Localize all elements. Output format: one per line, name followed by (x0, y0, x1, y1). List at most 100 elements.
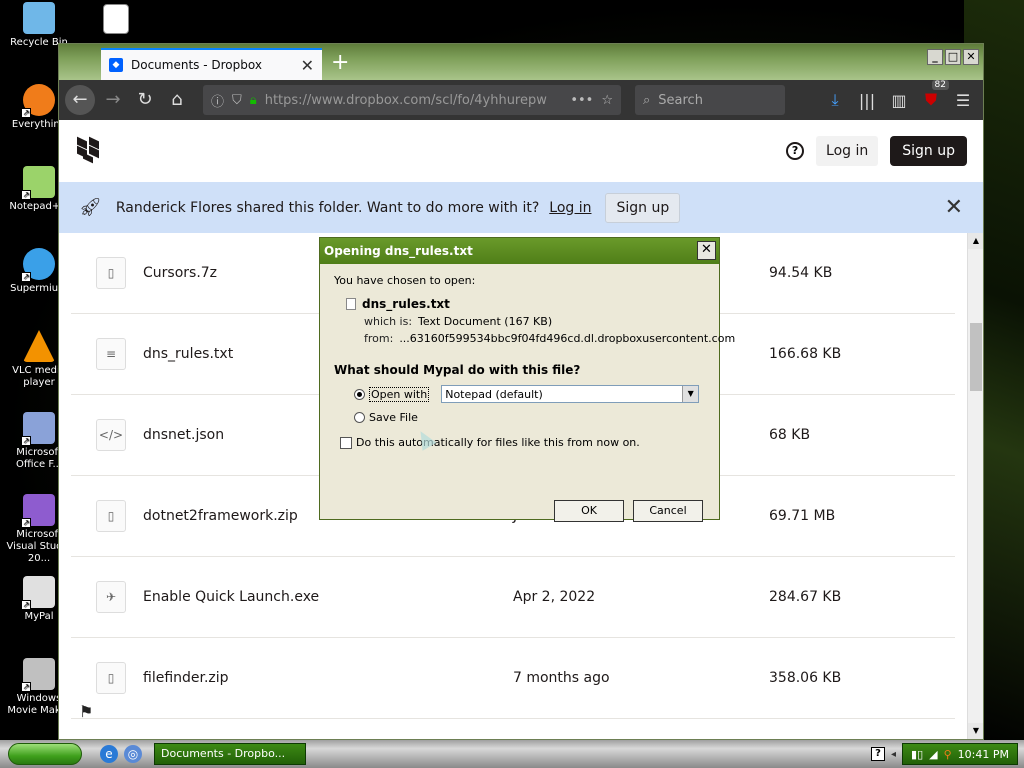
header-actions: ? Log in Sign up (786, 136, 967, 166)
chevron-down-icon[interactable]: ▼ (682, 386, 699, 402)
quick-launch: e ◎ (100, 745, 142, 763)
tab-dropbox[interactable]: ◆ Documents - Dropbox ✕ (101, 48, 322, 80)
dialog-title-bar: Opening dns_rules.txt ✕ (320, 238, 719, 264)
auto-label[interactable]: Do this automatically for files like thi… (356, 436, 640, 449)
everything-icon: ↗ (21, 84, 55, 118)
auto-option[interactable]: Do this automatically for files like thi… (340, 436, 705, 449)
file-size: 69.71 MB (769, 508, 836, 524)
clock[interactable]: 10:41 PM (958, 748, 1009, 761)
rocket-icon: 🚀︎ (79, 197, 102, 218)
reload-button[interactable]: ↻ (131, 86, 159, 114)
desktop-icon-file[interactable] (96, 4, 136, 37)
dialog-close-button[interactable]: ✕ (697, 241, 716, 260)
file-size: 358.06 KB (769, 670, 842, 686)
file-name[interactable]: filefinder.zip (143, 670, 513, 686)
document-icon (103, 4, 129, 34)
save-file-radio[interactable] (354, 412, 365, 423)
close-banner-icon[interactable]: ✕ (945, 195, 963, 220)
from-row: from: ...63160f599534bbc9f04fd496cd.dl.d… (364, 332, 735, 345)
tray-expand-icon[interactable]: ◂ (891, 749, 896, 760)
file-name[interactable]: Enable Quick Launch.exe (143, 589, 513, 605)
banner-login-link[interactable]: Log in (549, 200, 591, 216)
bookmark-star-icon[interactable]: ☆ (601, 93, 613, 108)
url-text[interactable]: https://www.dropbox.com/scl/fo/4yhhurepw (265, 93, 563, 108)
save-file-label[interactable]: Save File (369, 411, 418, 424)
page-actions-icon[interactable]: ••• (570, 93, 593, 108)
cancel-button[interactable]: Cancel (633, 500, 703, 522)
ublock-icon[interactable]: ⛊ 82 (917, 80, 949, 110)
recycle-bin-icon (23, 2, 55, 34)
file-size: 94.54 KB (769, 265, 833, 281)
taskbar: e ◎ Documents - Dropbo... ? ◂ ▮▯ ◢ ⚲ 10:… (0, 740, 1024, 768)
dialog-question: What should Mypal do with this file? (334, 363, 581, 377)
dropbox-favicon-icon: ◆ (109, 58, 123, 72)
open-with-select[interactable]: Notepad (default) ▼ (441, 385, 700, 403)
tray-clock-area: ▮▯ ◢ ⚲ 10:41 PM (902, 743, 1018, 765)
which-is-value: Text Document (167 KB) (418, 315, 553, 328)
forward-button[interactable]: → (99, 86, 127, 114)
library-icon[interactable]: ||| (853, 91, 881, 110)
signup-button[interactable]: Sign up (890, 136, 967, 166)
network-icon[interactable]: ▮▯ (911, 748, 923, 761)
auto-checkbox[interactable] (340, 436, 352, 449)
help-tray-icon[interactable]: ? (871, 747, 885, 761)
dialog-title: Opening dns_rules.txt (324, 244, 473, 258)
flag-icon[interactable]: ⚑ (79, 702, 93, 721)
volume-icon[interactable]: ◢ (929, 748, 937, 761)
banner-signup-button[interactable]: Sign up (605, 192, 681, 223)
shield-icon[interactable]: ⛉ (232, 93, 242, 108)
maximize-button[interactable]: □ (945, 49, 961, 65)
info-icon[interactable]: ⓘ (211, 91, 224, 110)
vertical-scrollbar[interactable]: ▲ ▼ (967, 233, 983, 739)
menu-icon[interactable]: ☰ (949, 91, 977, 110)
help-icon[interactable]: ? (786, 142, 805, 160)
text-document-icon (346, 298, 356, 310)
browser-quicklaunch-icon[interactable]: ◎ (124, 745, 142, 763)
which-is-row: which is: Text Document (167 KB) (364, 315, 705, 328)
which-is-label: which is: (364, 315, 413, 328)
navigation-toolbar: ← → ↻ ⌂ ⓘ ⛉ 🔒︎ https://www.dropbox.com/s… (59, 80, 983, 120)
open-with-radio[interactable] (354, 388, 365, 400)
dialog-body: You have chosen to open: dns_rules.txt w… (320, 264, 735, 522)
dialog-file: dns_rules.txt (346, 297, 705, 311)
file-row[interactable]: ✈ Enable Quick Launch.exe Apr 2, 2022 28… (71, 557, 955, 638)
mypal-icon: ↗ (21, 576, 55, 610)
dropbox-logo-icon[interactable] (75, 136, 103, 164)
vlc-icon (23, 330, 55, 362)
login-button[interactable]: Log in (816, 136, 879, 166)
desktop-icon-recycle-bin[interactable]: Recycle Bin (4, 2, 74, 49)
open-with-label[interactable]: Open with (369, 386, 430, 402)
dialog-buttons: OK Cancel (554, 500, 703, 522)
exe-icon: ✈ (96, 581, 126, 613)
sidebar-icon[interactable]: ▥ (885, 91, 913, 110)
open-with-value: Notepad (default) (445, 387, 543, 401)
scroll-up-icon[interactable]: ▲ (968, 233, 983, 249)
internet-explorer-icon[interactable]: e (100, 745, 118, 763)
open-with-option[interactable]: Open with Notepad (default) ▼ (354, 385, 705, 403)
visual-studio-icon: ↗ (21, 494, 55, 528)
movie-maker-icon: ↗ (21, 658, 55, 692)
zip-icon: ▯ (96, 257, 126, 289)
close-window-button[interactable]: ✕ (963, 49, 979, 65)
everything-tray-icon[interactable]: ⚲ (944, 748, 952, 761)
from-value: ...63160f599534bbc9f04fd496cd.dl.dropbox… (399, 332, 736, 345)
window-controls: _ □ ✕ (927, 49, 979, 65)
minimize-button[interactable]: _ (927, 49, 943, 65)
url-bar[interactable]: ⓘ ⛉ 🔒︎ https://www.dropbox.com/scl/fo/4y… (203, 85, 621, 115)
save-file-option[interactable]: Save File (354, 411, 705, 424)
file-date: Apr 2, 2022 (513, 589, 596, 605)
tab-title: Documents - Dropbox (131, 58, 262, 72)
home-button[interactable]: ⌂ (163, 86, 191, 114)
file-row[interactable]: ▯ filefinder.zip 7 months ago 358.06 KB (71, 638, 955, 719)
taskbar-item-dropbox[interactable]: Documents - Dropbo... (154, 743, 306, 765)
taskbar-item-label: Documents - Dropbo... (161, 747, 286, 760)
start-button[interactable] (8, 743, 82, 765)
scroll-thumb[interactable] (970, 323, 982, 391)
download-icon[interactable]: ⤓ (821, 90, 849, 110)
scroll-down-icon[interactable]: ▼ (968, 723, 983, 739)
ok-button[interactable]: OK (554, 500, 624, 522)
tab-close-icon[interactable]: ✕ (301, 56, 314, 75)
back-button[interactable]: ← (65, 85, 95, 115)
new-tab-button[interactable]: + (331, 50, 349, 75)
search-bar[interactable]: ⌕ Search (635, 85, 785, 115)
